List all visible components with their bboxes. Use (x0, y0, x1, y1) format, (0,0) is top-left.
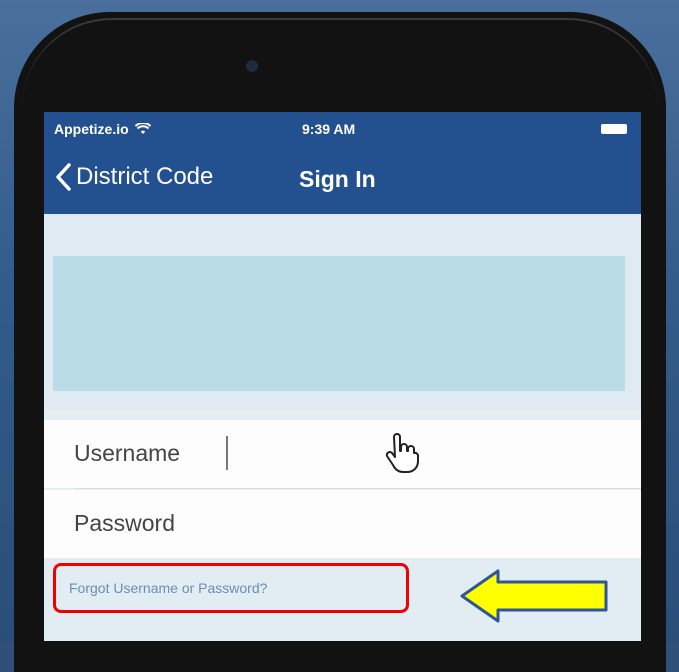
back-button[interactable]: District Code (54, 162, 213, 192)
front-camera (246, 60, 258, 72)
battery-icon (601, 124, 627, 134)
status-bar: Appetize.io 9:39 AM (44, 112, 641, 144)
wifi-icon (134, 123, 151, 134)
navigation-bar: District Code Sign In (44, 144, 641, 214)
username-label: Username (74, 440, 181, 466)
back-button-label: District Code (76, 163, 214, 190)
text-caret (226, 436, 228, 470)
username-field[interactable]: Username (44, 420, 641, 488)
hand-cursor-icon (385, 433, 419, 473)
phone-screen: Appetize.io 9:39 AM District Code Sign I… (44, 112, 641, 641)
page-title: Sign In (299, 166, 376, 192)
carrier-label: Appetize.io (54, 121, 129, 137)
password-label: Password (74, 510, 175, 536)
status-carrier-group: Appetize.io (54, 121, 151, 137)
status-time: 9:39 AM (302, 121, 356, 137)
pointer-arrow-icon (460, 569, 608, 623)
highlight-box (53, 563, 409, 613)
district-logo-placeholder (53, 256, 625, 391)
field-divider (74, 488, 641, 489)
password-field[interactable]: Password (44, 490, 641, 558)
chevron-left-icon (56, 163, 71, 191)
